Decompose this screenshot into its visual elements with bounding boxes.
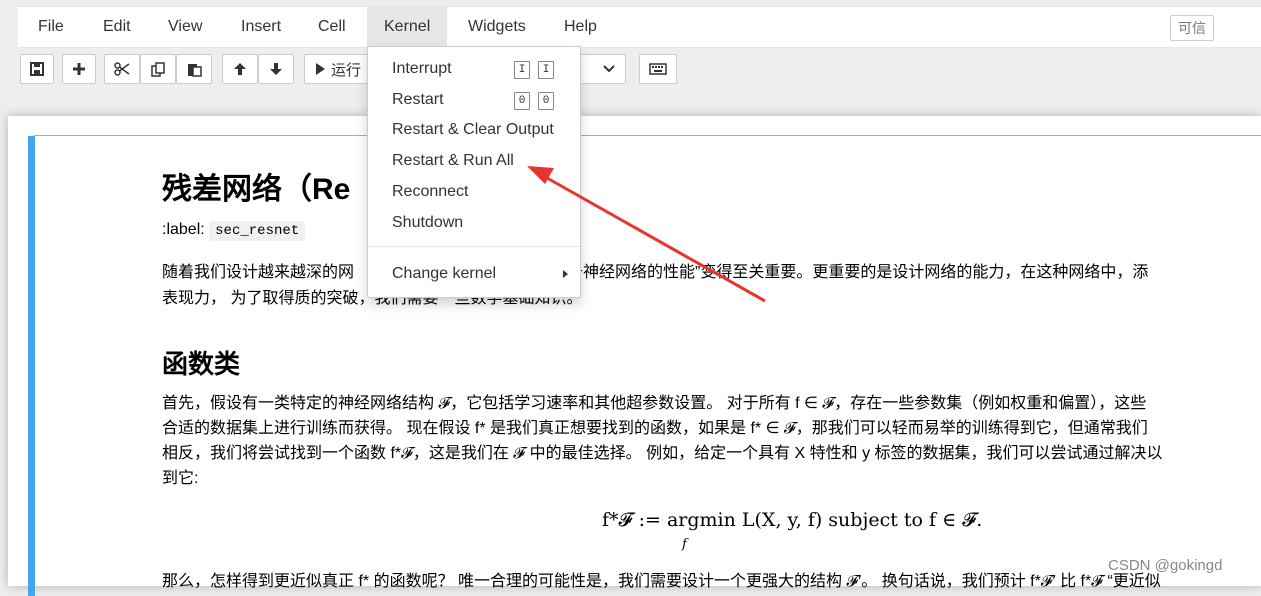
run-button[interactable]: 运行 [304, 54, 374, 84]
menu-item-change-kernel[interactable]: Change kernel [368, 259, 580, 289]
trusted-indicator[interactable]: 可信 [1170, 15, 1214, 41]
scissors-icon [114, 62, 130, 76]
cut-button[interactable] [104, 54, 140, 84]
label-prefix: :label: [162, 221, 205, 238]
menu-help[interactable]: Help [547, 7, 614, 47]
menubar: File Edit View Insert Cell Kernel Widget… [18, 6, 1261, 48]
run-label: 运行 [331, 61, 362, 79]
toolbar: 运行 [18, 52, 1261, 86]
change-kernel-label: Change kernel [392, 265, 497, 282]
arrow-up-icon [234, 63, 246, 75]
shortcut-key: 0 [514, 92, 530, 110]
menu-kernel[interactable]: Kernel [367, 7, 448, 47]
para1-line1-a: 随着我们设计越来越深的网 [162, 264, 355, 281]
formula-text: f*𝓕 := argmin L(X, y, f) subject to f ∈ … [602, 509, 983, 531]
menu-divider [368, 246, 580, 247]
shortcut-key: I [538, 61, 554, 79]
formula-subscript: f [682, 537, 687, 552]
move-down-button[interactable] [258, 54, 294, 84]
restart-label: Restart [392, 91, 444, 108]
copy-icon [150, 61, 165, 77]
menu-file[interactable]: File [21, 7, 81, 47]
arrow-down-icon [270, 63, 282, 75]
page-title: 残差网络（Re [162, 173, 351, 206]
para1-line1: 随着我们设计越来越深的网 如何提升神经网络的性能”变得至关重要。更重要的是设计网络… [162, 260, 1148, 285]
paste-icon [187, 63, 202, 77]
command-palette-button[interactable] [639, 54, 677, 84]
para3-line1: 那么，怎样得到更近似真正 f* 的函数呢？ 唯一合理的可能性是，我们需要设计一个… [162, 573, 1161, 590]
keyboard-icon [649, 63, 667, 75]
save-button[interactable] [20, 54, 54, 84]
plus-icon [73, 63, 85, 75]
menu-item-restart-run-all[interactable]: Restart & Run All [368, 146, 580, 176]
menu-view[interactable]: View [151, 7, 219, 47]
save-icon [30, 62, 44, 76]
interrupt-label: Interrupt [392, 60, 452, 77]
move-up-button[interactable] [222, 54, 258, 84]
chevron-down-icon [603, 65, 615, 73]
menu-item-restart-clear-output[interactable]: Restart & Clear Output [368, 115, 580, 145]
watermark: CSDN @gokingd [1108, 557, 1223, 574]
para2-line4: 到它: [162, 470, 199, 487]
formula: f*𝓕 := argmin L(X, y, f) subject to f ∈ … [602, 509, 983, 552]
menu-insert[interactable]: Insert [224, 7, 298, 47]
shortcut-key: I [514, 61, 530, 79]
section-title: 函数类 [162, 349, 241, 379]
menu-widgets[interactable]: Widgets [451, 7, 543, 47]
para1-line1-b: 如何提升神经网络的性能”变得至关重要。更重要的是设计网络的能力，在这种网络中，添 [519, 264, 1149, 281]
label-line: :label: sec_resnet [162, 221, 306, 241]
menu-item-reconnect[interactable]: Reconnect [368, 177, 580, 207]
shortcut-key: 0 [538, 92, 554, 110]
menu-edit[interactable]: Edit [86, 7, 148, 47]
copy-button[interactable] [140, 54, 176, 84]
para2-line1: 首先，假设有一类特定的神经网络结构 𝓕，它包括学习速率和其他超参数设置。 对于所… [162, 395, 1147, 412]
play-icon [316, 63, 325, 75]
submenu-caret-icon [563, 270, 568, 278]
paste-button[interactable] [176, 54, 212, 84]
menu-item-shutdown[interactable]: Shutdown [368, 208, 580, 238]
insert-cell-button[interactable] [62, 54, 96, 84]
menu-cell[interactable]: Cell [301, 7, 363, 47]
para2-line3: 相反，我们将尝试找到一个函数 f*𝓕，这是我们在 𝓕 中的最佳选择。 例如，给定… [162, 445, 1163, 462]
para1-line2-a: 表现力， 为了取得质的突破， [162, 290, 375, 307]
kernel-dropdown-menu: Interrupt I I Restart 0 0 Restart & Clea… [367, 46, 581, 298]
menu-item-restart[interactable]: Restart 0 0 [368, 85, 580, 115]
menu-item-interrupt[interactable]: Interrupt I I [368, 54, 580, 84]
para2-line2: 合适的数据集上进行训练而获得。 现在假设 f* 是我们真正想要找到的函数，如果是… [162, 420, 1148, 437]
label-code: sec_resnet [209, 221, 306, 241]
